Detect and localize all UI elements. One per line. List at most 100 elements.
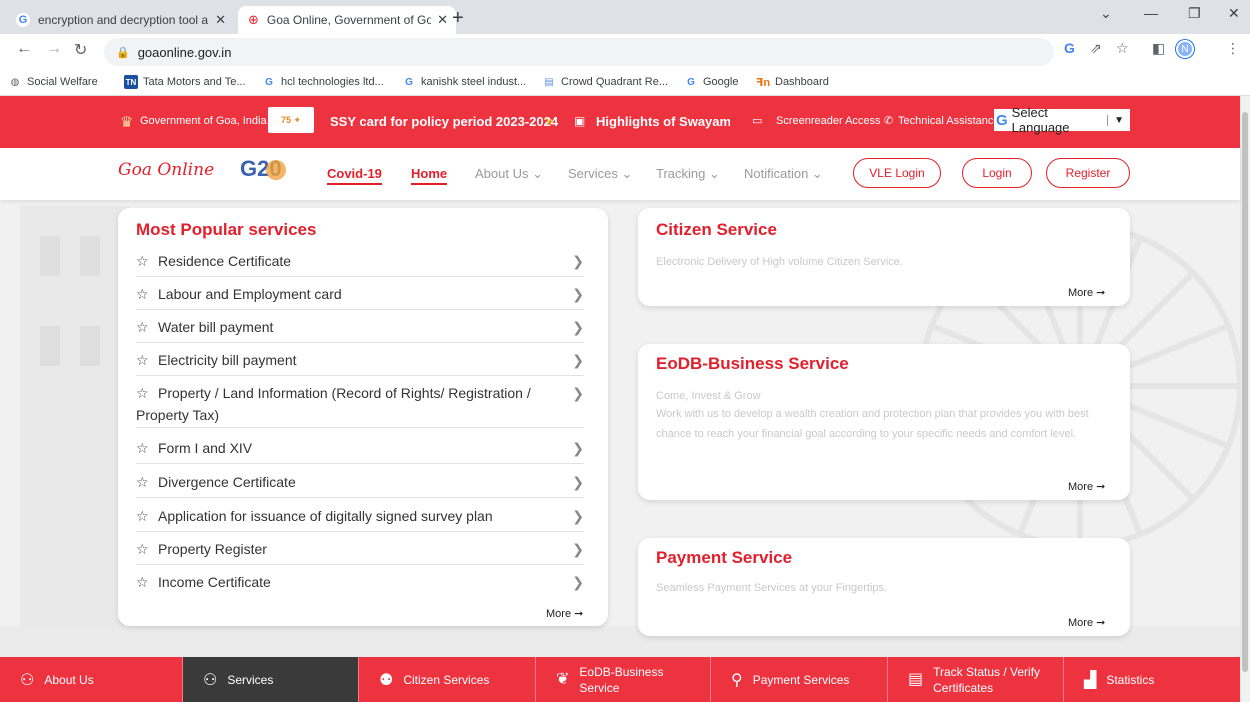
footer-services[interactable]: ⚇ Services	[183, 657, 359, 702]
login-button[interactable]: Login	[962, 158, 1032, 188]
service-item[interactable]: ☆ Divergence Certificate ❯	[136, 471, 584, 498]
site-logo[interactable]: Goa Online	[118, 160, 214, 180]
chevron-right-icon: ❯	[572, 440, 584, 456]
nav-notification[interactable]: Notification ⌄	[744, 166, 823, 182]
citizen-service-desc: Electronic Delivery of High volume Citiz…	[656, 256, 903, 268]
lock-icon: 🔒	[116, 46, 130, 59]
emblem-icon: ♛	[120, 114, 134, 131]
bookmark-item[interactable]: G kanishk steel indust...	[402, 75, 526, 89]
group-icon: ⚉	[379, 671, 394, 689]
popular-more-link[interactable]: More ➞	[546, 607, 583, 620]
close-window-icon[interactable]: ✕	[1228, 5, 1240, 22]
side-panel-icon[interactable]: ◧	[1152, 40, 1165, 57]
payment-service-title: Payment Service	[656, 548, 793, 567]
browser-tab[interactable]: G encryption and decryption tool a ✕	[6, 6, 234, 34]
bookmark-item[interactable]: TN Tata Motors and Te...	[124, 75, 246, 89]
chevron-right-icon: ❯	[572, 508, 584, 524]
bookmark-item[interactable]: G Google	[684, 75, 738, 89]
footer-statistics[interactable]: ▟ Statistics	[1064, 657, 1240, 702]
service-item[interactable]: ☆ Labour and Employment card ❯	[136, 283, 584, 310]
service-item[interactable]: ☆ Application for issuance of digitally s…	[136, 505, 584, 532]
popular-services-title: Most Popular services	[136, 220, 317, 239]
browser-tab-active[interactable]: ⊕ Goa Online, Government of Goa, ✕	[238, 6, 456, 34]
phone-icon: ✆	[884, 115, 894, 127]
bookmark-item[interactable]: ◍ Social Welfare	[8, 75, 98, 89]
eodb-service-card[interactable]: EoDB-Business Service Come, Invest & Gro…	[638, 344, 1130, 500]
restore-icon[interactable]: ❐	[1188, 5, 1201, 22]
tn-icon: TN	[124, 75, 138, 89]
hand-coin-icon: ⚲	[731, 671, 743, 689]
menu-icon[interactable]: ⋮	[1226, 40, 1240, 57]
ticker-text-2[interactable]: Highlights of Swayamp	[596, 114, 730, 129]
star-icon: ☆	[136, 574, 149, 590]
close-tab-icon[interactable]: ✕	[215, 12, 226, 28]
top-announcement-bar: ♛ Government of Goa, India 75 ✦ SSY card…	[0, 96, 1240, 148]
document-icon: ▤	[908, 670, 924, 688]
payment-service-card[interactable]: Payment Service Seamless Payment Service…	[638, 538, 1130, 636]
nav-covid[interactable]: Covid-19	[327, 166, 382, 185]
citizen-service-card[interactable]: Citizen Service Electronic Delivery of H…	[638, 208, 1130, 306]
double-chevron-icon: »	[546, 113, 554, 128]
eodb-service-subtitle: Come, Invest & Grow	[656, 390, 761, 402]
service-item[interactable]: ☆ Income Certificate ❯	[136, 571, 584, 598]
minimize-icon[interactable]: —	[1144, 5, 1158, 21]
gov-label: Government of Goa, India	[140, 115, 267, 127]
back-icon[interactable]: ←	[16, 40, 32, 58]
technical-assistance-link[interactable]: Technical Assistance	[898, 115, 1000, 127]
footer-citizen-services[interactable]: ⚉ Citizen Services	[359, 657, 536, 702]
google-translate-icon[interactable]: G	[1064, 40, 1075, 56]
nav-about-us[interactable]: About Us ⌄	[475, 166, 543, 182]
service-item[interactable]: ☆ Property Register ❯	[136, 538, 584, 565]
bookmark-item[interactable]: ꟻn Dashboard	[756, 75, 829, 89]
eodb-more-link[interactable]: More ➞	[1068, 480, 1105, 493]
star-icon: ☆	[136, 474, 149, 490]
close-tab-icon[interactable]: ✕	[437, 12, 448, 28]
vle-login-button[interactable]: VLE Login	[853, 158, 941, 188]
google-icon: G	[996, 111, 1008, 129]
register-button[interactable]: Register	[1046, 158, 1130, 188]
arrow-right-icon: ➞	[1096, 617, 1106, 629]
star-icon: ☆	[136, 440, 149, 456]
footer-track-status[interactable]: ▤ Track Status / Verify Certificates	[888, 657, 1064, 702]
screenreader-link[interactable]: Screenreader Access	[776, 115, 881, 127]
service-item[interactable]: ☆ Water bill payment ❯	[136, 316, 584, 343]
language-select[interactable]: G Select Language ▼	[994, 105, 1130, 135]
service-item[interactable]: ☆ Electricity bill payment ❯	[136, 349, 584, 376]
bookmark-item[interactable]: ▤ Crowd Quadrant Re...	[542, 75, 668, 89]
address-bar[interactable]: 🔒 goaonline.gov.in	[104, 38, 1054, 66]
footer-eodb[interactable]: ❦ EoDB-Business Service	[536, 657, 711, 702]
eodb-service-desc: Work with us to develop a wealth creatio…	[656, 408, 1089, 440]
service-item[interactable]: ☆ Property / Land Information (Record of …	[136, 382, 584, 428]
nav-tracking[interactable]: Tracking ⌄	[656, 166, 720, 182]
nav-home[interactable]: Home	[411, 166, 448, 185]
chevron-right-icon: ❯	[572, 574, 584, 590]
ticker-text[interactable]: SSY card for policy period 2023-2024	[330, 114, 558, 129]
reload-icon[interactable]: ↻	[74, 40, 87, 60]
chevron-right-icon: ❯	[572, 385, 584, 401]
service-item[interactable]: ☆ Form I and XIV ❯	[136, 437, 584, 464]
service-item[interactable]: ☆ Residence Certificate ❯	[136, 250, 584, 277]
chevron-down-icon: ⌄	[705, 166, 720, 181]
star-icon: ☆	[136, 319, 149, 335]
bookmark-item[interactable]: G hcl technologies ltd...	[262, 75, 384, 89]
footer-about-us[interactable]: ⚇ About Us	[0, 657, 183, 702]
nav-services[interactable]: Services ⌄	[568, 166, 632, 182]
footer-payment-services[interactable]: ⚲ Payment Services	[711, 657, 888, 702]
avatar[interactable]: N	[1176, 40, 1194, 58]
bookmark-star-icon[interactable]: ☆	[1116, 40, 1129, 57]
google-icon: G	[265, 76, 273, 88]
scrollbar-thumb[interactable]	[1242, 112, 1248, 672]
share-icon[interactable]: ⇗	[1090, 40, 1102, 57]
goa-favicon-icon: ⊕	[248, 12, 259, 27]
leaf-icon: ❦	[556, 670, 570, 688]
citizen-more-link[interactable]: More ➞	[1068, 286, 1105, 299]
dashboard-icon: ꟻn	[755, 76, 771, 89]
chevron-down-icon: ⌄	[808, 166, 823, 181]
arrow-right-icon: ➞	[1096, 481, 1106, 493]
tab-search-icon[interactable]: ⌄	[1100, 5, 1112, 22]
new-tab-icon[interactable]: +	[452, 7, 464, 30]
chevron-down-icon: ⌄	[617, 166, 633, 181]
payment-more-link[interactable]: More ➞	[1068, 616, 1105, 629]
language-label: Select Language	[1011, 105, 1070, 135]
forward-icon[interactable]: →	[46, 40, 62, 58]
